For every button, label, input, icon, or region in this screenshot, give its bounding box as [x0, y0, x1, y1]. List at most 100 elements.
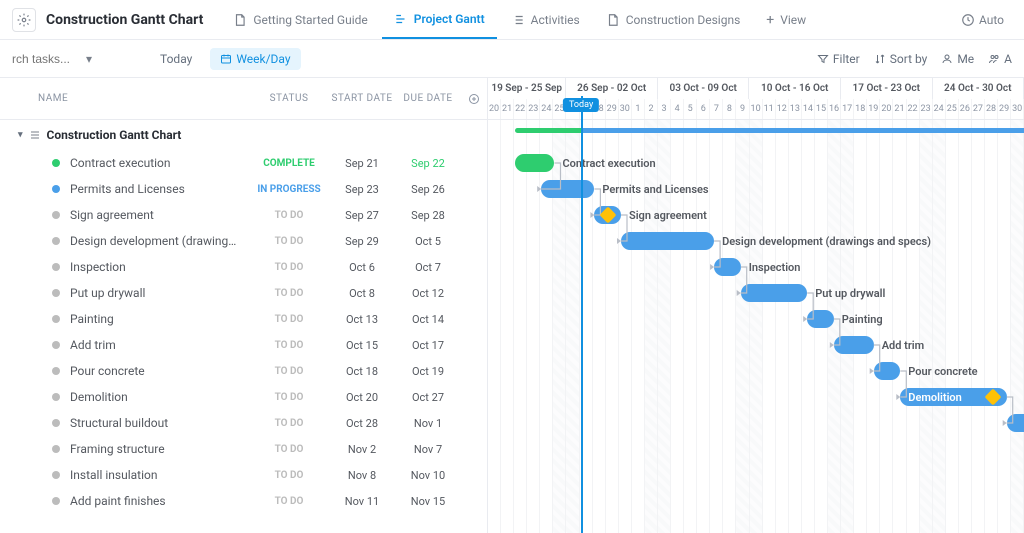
day-header: 25 — [946, 99, 959, 120]
tab-activities[interactable]: Activities — [499, 0, 592, 39]
task-row[interactable]: Demolition TO DO Oct 20 Oct 27 — [0, 384, 487, 410]
task-start-date[interactable]: Sep 23 — [329, 183, 395, 196]
task-row[interactable]: Put up drywall TO DO Oct 8 Oct 12 — [0, 280, 487, 306]
chevron-down-icon[interactable]: ▾ — [86, 52, 92, 66]
task-status[interactable]: TO DO — [249, 340, 329, 351]
today-badge: Today — [563, 98, 599, 112]
task-row[interactable]: Contract execution COMPLETE Sep 21 Sep 2… — [0, 150, 487, 176]
task-row[interactable]: Painting TO DO Oct 13 Oct 14 — [0, 306, 487, 332]
task-due-date[interactable]: Nov 1 — [395, 417, 461, 430]
task-start-date[interactable]: Sep 29 — [329, 235, 395, 248]
gantt-bar[interactable]: Permits and Licenses — [541, 180, 594, 198]
task-due-date[interactable]: Nov 15 — [395, 495, 461, 508]
sortby-button[interactable]: Sort by — [874, 52, 928, 66]
task-due-date[interactable]: Oct 17 — [395, 339, 461, 352]
day-header: 30 — [619, 99, 632, 120]
task-row[interactable]: Add paint finishes TO DO Nov 11 Nov 15 — [0, 488, 487, 514]
task-row[interactable]: Pour concrete TO DO Oct 18 Oct 19 — [0, 358, 487, 384]
task-status[interactable]: COMPLETE — [249, 158, 329, 169]
task-status[interactable]: TO DO — [249, 236, 329, 247]
task-start-date[interactable]: Nov 2 — [329, 443, 395, 456]
task-due-date[interactable]: Oct 19 — [395, 365, 461, 378]
task-status[interactable]: TO DO — [249, 470, 329, 481]
task-status[interactable]: TO DO — [249, 262, 329, 273]
gantt-bar[interactable]: Pour concrete — [874, 362, 901, 380]
task-due-date[interactable]: Oct 12 — [395, 287, 461, 300]
task-start-date[interactable]: Sep 27 — [329, 209, 395, 222]
task-status[interactable]: TO DO — [249, 314, 329, 325]
task-row[interactable]: Permits and Licenses IN PROGRESS Sep 23 … — [0, 176, 487, 202]
task-start-date[interactable]: Oct 6 — [329, 261, 395, 274]
task-due-date[interactable]: Nov 7 — [395, 443, 461, 456]
week-header: 17 Oct - 23 Oct — [841, 78, 933, 99]
bar-label: Sign agreement — [629, 209, 707, 222]
task-start-date[interactable]: Oct 13 — [329, 313, 395, 326]
gantt-bar[interactable]: Painting — [807, 310, 834, 328]
task-due-date[interactable]: Sep 22 — [395, 157, 461, 170]
task-name: Add paint finishes — [70, 494, 249, 508]
day-header: 23 — [920, 99, 933, 120]
day-header: 22 — [514, 99, 527, 120]
task-due-date[interactable]: Oct 14 — [395, 313, 461, 326]
gantt-bar[interactable]: Inspection — [714, 258, 741, 276]
filter-button[interactable]: Filter — [817, 52, 860, 66]
bar-label: Painting — [842, 313, 883, 326]
task-start-date[interactable]: Nov 11 — [329, 495, 395, 508]
me-filter[interactable]: Me — [941, 52, 974, 66]
gantt-bar[interactable]: Add trim — [834, 336, 874, 354]
gantt-bar[interactable]: Contract execution — [515, 154, 555, 172]
task-status[interactable]: TO DO — [249, 392, 329, 403]
task-start-date[interactable]: Oct 8 — [329, 287, 395, 300]
assignees-filter[interactable]: A — [988, 52, 1012, 66]
tab-construction-designs[interactable]: Construction Designs — [594, 0, 753, 39]
group-toggle[interactable]: ▾ Construction Gantt Chart — [0, 120, 487, 150]
col-header-start[interactable]: Start Date — [329, 93, 395, 104]
task-status[interactable]: TO DO — [249, 288, 329, 299]
task-due-date[interactable]: Sep 26 — [395, 183, 461, 196]
task-status[interactable]: TO DO — [249, 210, 329, 221]
task-status[interactable]: TO DO — [249, 444, 329, 455]
task-status[interactable]: IN PROGRESS — [249, 184, 329, 195]
col-header-due[interactable]: Due Date — [395, 93, 461, 104]
task-row[interactable]: Inspection TO DO Oct 6 Oct 7 — [0, 254, 487, 280]
task-due-date[interactable]: Nov 10 — [395, 469, 461, 482]
task-due-date[interactable]: Oct 7 — [395, 261, 461, 274]
tab-project-gantt[interactable]: Project Gantt — [382, 0, 497, 39]
task-start-date[interactable]: Sep 21 — [329, 157, 395, 170]
task-start-date[interactable]: Nov 8 — [329, 469, 395, 482]
group-summary-bar[interactable] — [515, 128, 1024, 133]
day-header: 16 — [828, 99, 841, 120]
task-due-date[interactable]: Sep 28 — [395, 209, 461, 222]
task-status[interactable]: TO DO — [249, 366, 329, 377]
task-start-date[interactable]: Oct 20 — [329, 391, 395, 404]
task-due-date[interactable]: Oct 27 — [395, 391, 461, 404]
task-row[interactable]: Sign agreement TO DO Sep 27 Sep 28 — [0, 202, 487, 228]
gantt-bar[interactable]: Structural buildout — [1007, 414, 1024, 432]
col-header-status[interactable]: Status — [249, 93, 329, 104]
task-row[interactable]: Structural buildout TO DO Oct 28 Nov 1 — [0, 410, 487, 436]
search-input[interactable] — [12, 52, 82, 66]
gantt-bar[interactable]: Put up drywall — [741, 284, 808, 302]
day-header: 24 — [540, 99, 553, 120]
task-due-date[interactable]: Oct 5 — [395, 235, 461, 248]
gear-icon[interactable] — [12, 8, 36, 32]
status-dot — [52, 419, 60, 427]
task-start-date[interactable]: Oct 15 — [329, 339, 395, 352]
today-button[interactable]: Today — [152, 48, 200, 70]
gantt-bar[interactable]: Design development (drawings and specs) — [621, 232, 714, 250]
tab-getting-started-guide[interactable]: Getting Started Guide — [221, 0, 379, 39]
task-status[interactable]: TO DO — [249, 418, 329, 429]
col-header-name[interactable]: NAME — [0, 93, 249, 104]
task-row[interactable]: Framing structure TO DO Nov 2 Nov 7 — [0, 436, 487, 462]
task-status[interactable]: TO DO — [249, 496, 329, 507]
task-row[interactable]: Add trim TO DO Oct 15 Oct 17 — [0, 332, 487, 358]
add-column-button[interactable] — [461, 93, 487, 105]
automation-button[interactable]: Auto — [953, 9, 1012, 31]
tab-view[interactable]: +View — [754, 0, 818, 39]
task-start-date[interactable]: Oct 18 — [329, 365, 395, 378]
task-row[interactable]: Design development (drawings an... TO DO… — [0, 228, 487, 254]
zoom-selector[interactable]: Week/Day — [210, 48, 300, 70]
search-input-wrap[interactable]: ▾ — [12, 52, 142, 66]
task-start-date[interactable]: Oct 28 — [329, 417, 395, 430]
task-row[interactable]: Install insulation TO DO Nov 8 Nov 10 — [0, 462, 487, 488]
